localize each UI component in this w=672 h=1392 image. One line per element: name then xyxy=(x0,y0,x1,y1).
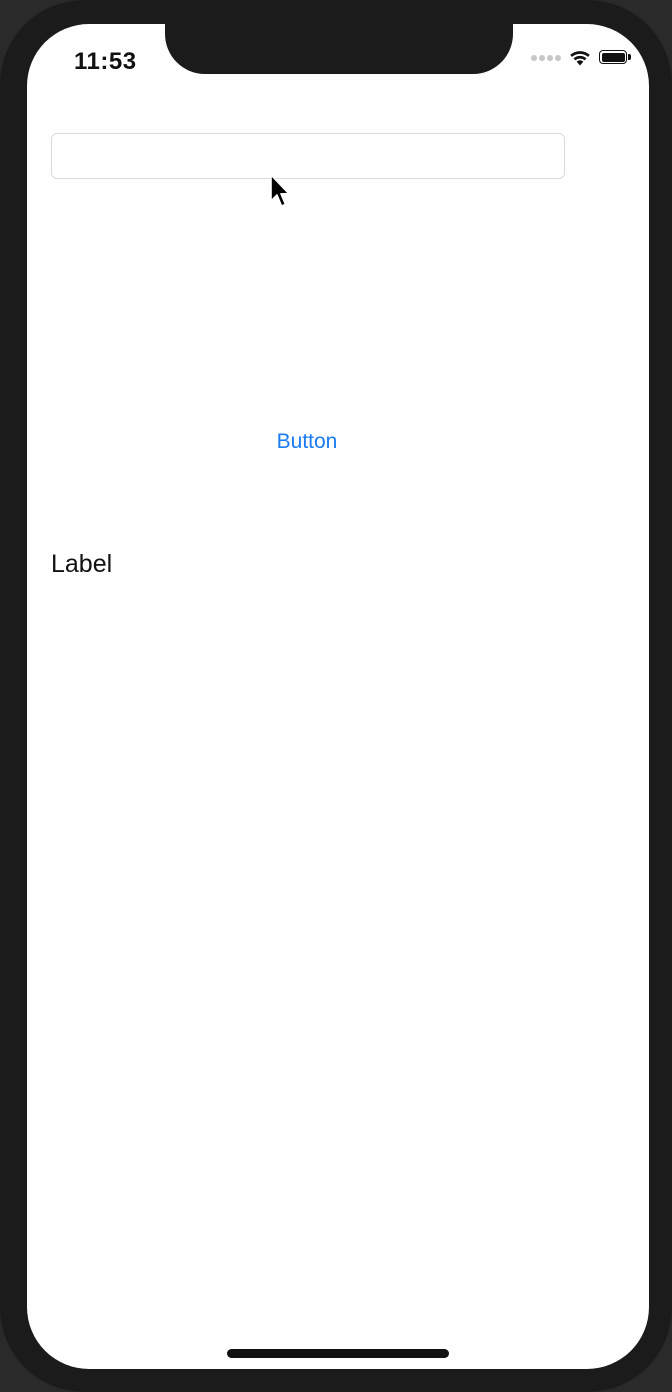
wifi-icon xyxy=(570,51,590,66)
mouse-pointer-icon xyxy=(270,174,290,207)
notch xyxy=(165,24,513,74)
action-button[interactable]: Button xyxy=(257,422,357,462)
device-frame: 11:53 Button Label xyxy=(0,0,672,1392)
cellular-signal-icon xyxy=(531,55,561,61)
status-time: 11:53 xyxy=(74,48,137,75)
status-icons xyxy=(531,50,631,66)
screen: 11:53 Button Label xyxy=(27,24,649,1369)
text-label: Label xyxy=(51,550,113,578)
battery-icon xyxy=(599,50,631,66)
text-field[interactable] xyxy=(51,133,565,179)
home-indicator[interactable] xyxy=(227,1349,449,1358)
